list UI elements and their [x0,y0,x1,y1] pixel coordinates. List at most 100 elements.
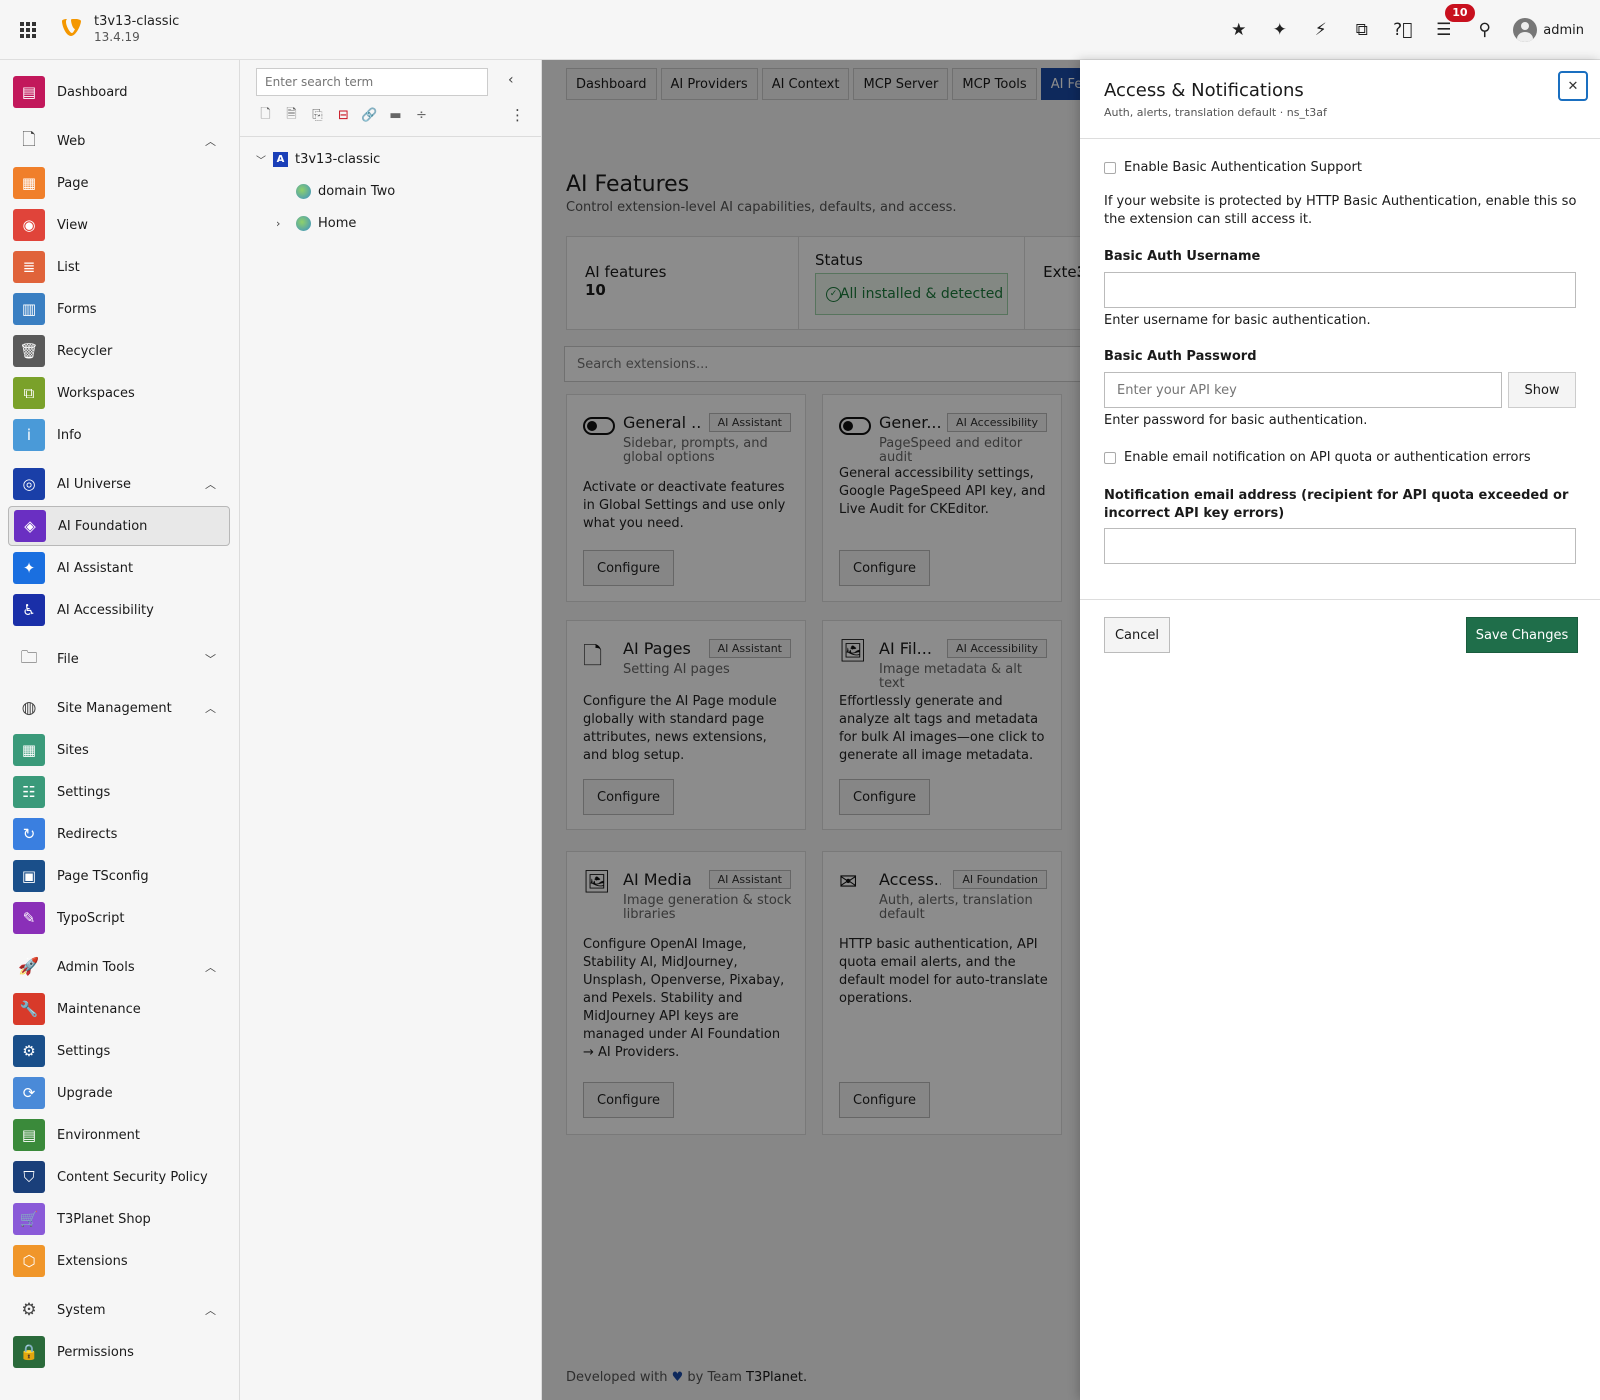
sidebar-group-site-management[interactable]: ◍ Site Management ︿ [8,688,230,728]
divider-icon[interactable]: ÷ [412,106,431,125]
module-sidebar: ▤ Dashboard 🗋 Web ︿ ▦ Page ◉ View ≣ List ▥ Form… [0,60,240,1400]
sidebar-item-site-settings[interactable]: ☷ Settings [8,772,230,812]
sidebar-item-view[interactable]: ◉ View [8,205,230,245]
sidebar-item-t3planet-shop[interactable]: 🛒 T3Planet Shop [8,1199,230,1239]
sparkle-icon[interactable]: ✦ [1259,0,1300,60]
sidebar-item-extensions[interactable]: ⬡ Extensions [8,1241,230,1281]
sidebar-group-web[interactable]: 🗋 Web ︿ [8,121,230,161]
password-field[interactable] [1104,372,1502,408]
sidebar-item-typoscript[interactable]: ✎ TypoScript [8,898,230,938]
globe-icon [296,216,311,231]
sidebar-item-upgrade[interactable]: ⟳ Upgrade [8,1073,230,1113]
password-help: Enter password for basic authentication. [1104,413,1368,428]
panel-subtitle: Auth, alerts, translation default · ns_t… [1104,106,1327,119]
sidebar-item-csp[interactable]: ⛉ Content Security Policy [8,1157,230,1197]
upgrade-icon: ⟳ [13,1077,45,1109]
sidebar-item-forms[interactable]: ▥ Forms [8,289,230,329]
sidebar-item-permissions[interactable]: 🔒 Permissions [8,1332,230,1372]
basic-auth-checkbox[interactable] [1104,161,1116,174]
user-menu[interactable]: admin [1505,18,1600,42]
sidebar-group-ai-universe[interactable]: ◎ AI Universe ︿ [8,464,230,504]
sidebar-item-info[interactable]: i Info [8,415,230,455]
new-page-shortcut-icon[interactable]: ⎘ [308,106,327,125]
sidebar-item-environment[interactable]: ▤ Environment [8,1115,230,1155]
email-notification-checkbox-row[interactable]: Enable email notification on API quota o… [1104,450,1531,465]
sidebar-item-workspaces[interactable]: ⧉ Workspaces [8,373,230,413]
close-button[interactable]: ✕ [1558,71,1588,101]
chevron-up-icon: ︿ [205,961,216,974]
info-icon: i [13,419,45,451]
chevron-down-icon: ﹀ [205,653,216,666]
new-page-special-icon[interactable]: 🗎 [282,106,301,125]
basic-auth-checkbox-row[interactable]: Enable Basic Authentication Support [1104,160,1362,175]
workspaces-icon: ⧉ [13,377,45,409]
sidebar-item-maintenance[interactable]: 🔧 Maintenance [8,989,230,1029]
box-icon: ⬡ [13,1245,45,1277]
chevron-down-icon[interactable]: ﹀ [256,152,266,167]
new-page-icon[interactable]: 🗋 [256,106,275,125]
folder-icon: 🗀 [20,647,38,668]
new-page-delete-icon[interactable]: ⊟ [334,106,353,125]
page-icon: ▦ [13,167,45,199]
sidebar-item-recycler[interactable]: 🗑 Recycler [8,331,230,371]
folder-icon[interactable]: ▬ [386,106,405,125]
tree-node-home[interactable]: › Home [276,216,356,231]
tree-toolbar: 🗋 🗎 ⎘ ⊟ 🔗 ▬ ÷ [256,106,431,125]
search-icon[interactable]: ⚲ [1464,0,1505,60]
panel-title: Access & Notifications [1104,80,1304,101]
close-icon: ✕ [1567,78,1579,94]
typo3-logo[interactable] [58,16,84,42]
list-icon: ≣ [13,251,45,283]
sidebar-item-redirects[interactable]: ↻ Redirects [8,814,230,854]
sidebar-item-admin-settings[interactable]: ⚙ Settings [8,1031,230,1071]
show-password-button[interactable]: Show [1508,372,1576,408]
more-options-icon[interactable]: ⋮ [510,106,525,124]
star-icon[interactable]: ★ [1218,0,1259,60]
basic-auth-help: If your website is protected by HTTP Bas… [1104,194,1577,227]
redirect-icon: ↻ [13,818,45,850]
typoscript-icon: ✎ [13,902,45,934]
accessibility-icon: ♿ [13,594,45,626]
list-icon[interactable]: ☰ 10 [1423,0,1475,60]
sidebar-group-system[interactable]: ⚙ System ︿ [8,1290,230,1330]
sidebar-item-dashboard[interactable]: ▤ Dashboard [8,72,230,112]
link-icon[interactable]: 🔗 [360,106,379,125]
tree-node-domain-two[interactable]: domain Two [296,184,395,199]
tree-search-input[interactable] [256,68,488,96]
site-root-icon: A [273,152,288,167]
sidebar-item-ai-assistant[interactable]: ✦ AI Assistant [8,548,230,588]
help-icon[interactable]: ?⃝ [1382,0,1423,60]
modal-backdrop[interactable] [542,60,1080,1400]
chevron-right-icon[interactable]: › [276,217,289,230]
environment-icon: ▤ [13,1119,45,1151]
sidebar-item-page[interactable]: ▦ Page [8,163,230,203]
avatar [1513,18,1538,42]
version-label: 13.4.19 [94,30,140,44]
cog-icon: ⚙ [21,1300,37,1320]
app-grid-icon[interactable] [18,20,38,40]
sidebar-item-ai-foundation[interactable]: ◈ AI Foundation [8,506,230,546]
collapse-tree-icon[interactable]: ‹ [508,72,514,88]
lock-icon: 🔒 [13,1336,45,1368]
email-notification-checkbox[interactable] [1104,451,1116,464]
tree-node-root[interactable]: ﹀ A t3v13-classic [256,152,380,167]
sidebar-item-page-tsconfig[interactable]: ▣ Page TSconfig [8,856,230,896]
sidebar-group-file[interactable]: 🗀 File ﹀ [8,639,230,679]
save-changes-button[interactable]: Save Changes [1466,617,1578,653]
username-label: Basic Auth Username [1104,249,1261,264]
sidebar-group-admin-tools[interactable]: 🚀 Admin Tools ︿ [8,947,230,987]
rocket-icon: 🚀 [18,957,40,977]
ai-universe-icon: ◎ [13,468,45,500]
sidebar-item-sites[interactable]: ▦ Sites [8,730,230,770]
layers-icon: ◈ [14,510,46,542]
bolt-icon[interactable]: ⚡ [1300,0,1341,60]
sidebar-item-ai-accessibility[interactable]: ♿ AI Accessibility [8,590,230,630]
sidebar-item-list[interactable]: ≣ List [8,247,230,287]
sliders-icon: ☷ [13,776,45,808]
top-bar: t3v13-classic 13.4.19 ★ ✦ ⚡ ⧉ ?⃝ ☰ 10 ⚲ a… [0,0,1600,60]
cancel-button[interactable]: Cancel [1104,617,1170,653]
clipboard-icon[interactable]: ⧉ [1341,0,1382,60]
username-field[interactable] [1104,272,1576,308]
email-field[interactable] [1104,528,1576,564]
form-icon: ▥ [13,293,45,325]
